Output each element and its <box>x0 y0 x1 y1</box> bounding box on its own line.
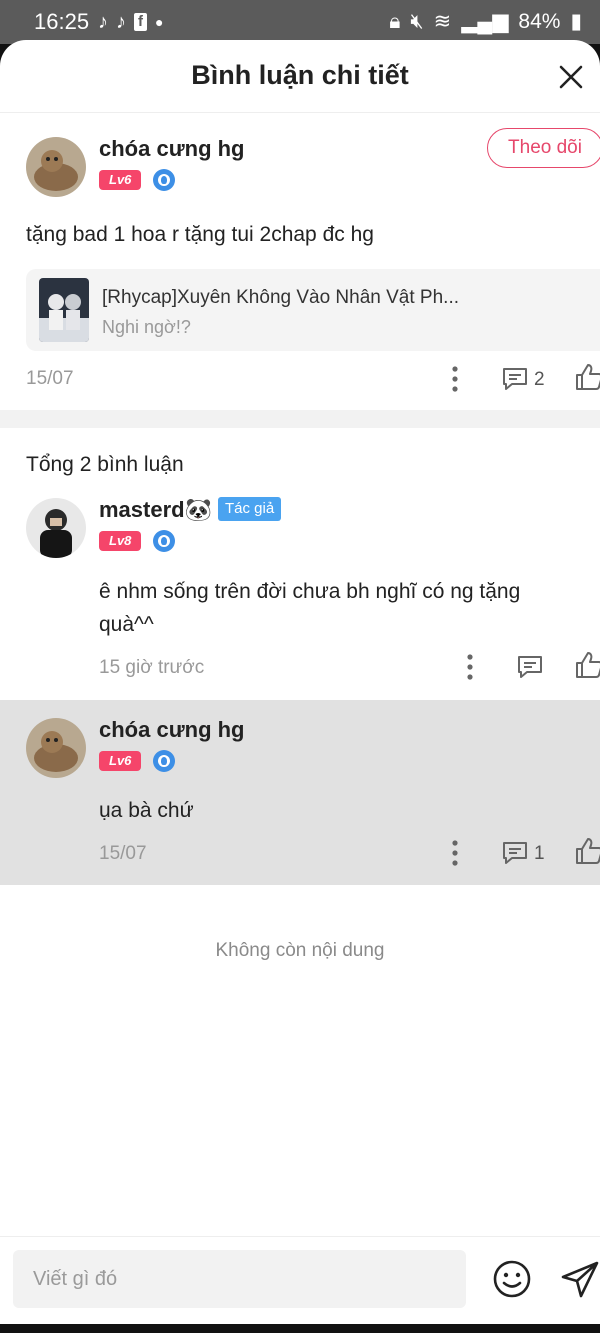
author-tag: Tác giả <box>218 497 282 521</box>
wifi-icon: ≋ <box>433 10 452 33</box>
vip-badge-icon <box>153 169 175 191</box>
section-divider <box>0 410 600 428</box>
more-options-icon[interactable] <box>445 365 465 393</box>
comment-detail-sheet: Bình luận chi tiết chóa cưng hg Lv6 Theo… <box>0 40 600 1324</box>
level-badge: Lv6 <box>99 170 142 190</box>
page-title: Bình luận chi tiết <box>191 60 409 90</box>
reply-icon[interactable] <box>501 365 529 393</box>
follow-button[interactable]: Theo dõi <box>487 128 600 168</box>
end-of-list-text: Không còn nội dung <box>215 940 385 961</box>
comment-input[interactable] <box>13 1250 466 1308</box>
comment-username[interactable]: chóa cưng hg <box>99 717 245 743</box>
avatar[interactable] <box>26 137 86 197</box>
linked-story-card[interactable]: [Rhycap]Xuyên Không Vào Nhân Vật Ph... N… <box>26 269 600 351</box>
story-title: [Rhycap]Xuyên Không Vào Nhân Vật Ph... <box>102 287 460 308</box>
comment-text: ê nhm sống trên đời chưa bh nghĩ có ng t… <box>99 580 521 636</box>
comment-time: 15/07 <box>99 843 147 864</box>
reply-icon[interactable] <box>501 839 529 867</box>
vip-badge-icon <box>153 750 175 772</box>
sheet-header: Bình luận chi tiết <box>0 40 600 113</box>
level-badge: Lv6 <box>99 751 142 771</box>
post-text: tặng bad 1 hoa r tặng tui 2chap đc hg <box>26 223 374 246</box>
tiktok-icon: ♪ <box>98 11 108 33</box>
tiktok-icon: ♪ <box>116 11 126 33</box>
reply-count: 1 <box>534 843 545 864</box>
mute-icon: 🔇︎ <box>410 9 424 33</box>
vip-badge-icon <box>153 530 175 552</box>
status-time: 16:25 <box>34 9 90 34</box>
emoji-icon[interactable] <box>492 1259 532 1299</box>
battery-icon: ▮ <box>570 10 582 33</box>
lock-icon: 🔒︎ <box>389 9 401 33</box>
facebook-icon: f <box>134 13 147 31</box>
like-icon[interactable] <box>574 836 600 866</box>
reply-count: 2 <box>534 369 545 390</box>
avatar[interactable] <box>26 718 86 778</box>
send-icon[interactable] <box>560 1259 600 1299</box>
status-bar: 16:25 ♪ ♪ f ● 🔒︎ 🔇︎ ≋ ▂▄▆ 84% ▮ <box>0 0 600 44</box>
dot-icon: ● <box>155 14 164 30</box>
like-icon[interactable] <box>574 650 600 680</box>
more-options-icon[interactable] <box>460 653 480 681</box>
comment-time: 15 giờ trước <box>99 657 205 678</box>
post-username[interactable]: chóa cưng hg <box>99 136 245 162</box>
story-thumbnail <box>39 278 89 342</box>
avatar[interactable] <box>26 498 86 558</box>
comment-composer <box>0 1236 600 1324</box>
battery-level: 84% <box>518 9 561 33</box>
like-icon[interactable] <box>574 362 600 392</box>
comment-text: ụa bà chứ <box>99 799 194 822</box>
close-icon[interactable] <box>556 62 586 92</box>
level-badge: Lv8 <box>99 531 142 551</box>
post-date: 15/07 <box>26 368 74 389</box>
more-options-icon[interactable] <box>445 839 465 867</box>
notification-icons: ♪ ♪ f ● <box>98 10 163 34</box>
comment-total: Tổng 2 bình luận <box>26 453 184 476</box>
story-subtitle: Nghi ngờ!? <box>102 317 191 337</box>
system-icons: 🔒︎ 🔇︎ ≋ ▂▄▆ 84% ▮ <box>389 9 582 34</box>
signal-icon: ▂▄▆ <box>461 10 509 33</box>
comment-username[interactable]: masterd🐼 <box>99 497 212 523</box>
reply-icon[interactable] <box>516 653 544 681</box>
